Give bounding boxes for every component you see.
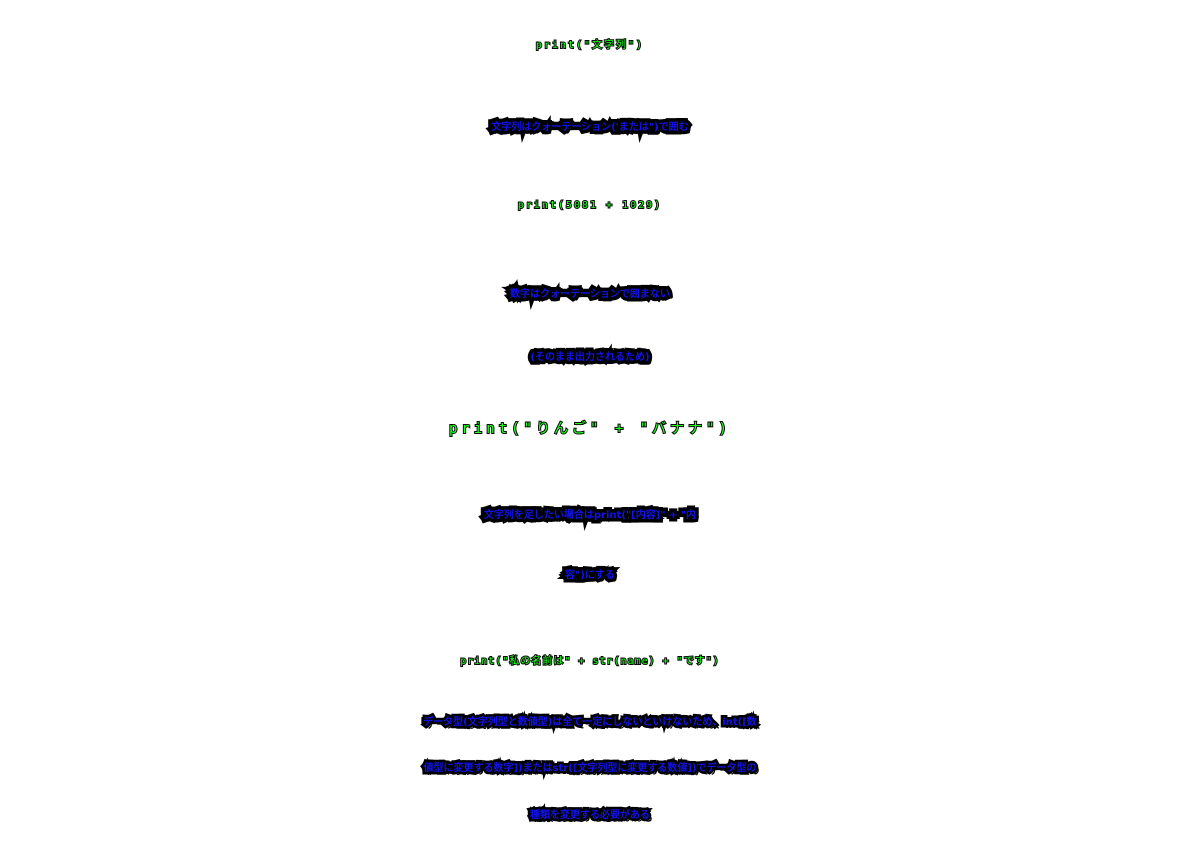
code-line-print-number: print(5081 + 1029) [517,199,663,212]
slide-canvas: print("文字列") 文字列はクォーテーション('または")で囲む prin… [0,0,1180,860]
note-datatype-line1: データ型(文字列型と数値型)は全て一定にしないといけないため、int([数 [421,715,760,731]
code-line-print-str-cast: print("私の名前は" + str(name) + "です") [459,655,720,668]
code-line-print-concat: print("りんご" + "バナナ") [448,420,731,438]
note-datatype-line2: 値型に変更する数字])またはstr([文字列型に変更する数値])でデータ型の [421,761,759,777]
note-concat-line1: 文字列を足したい場合はprint("[内容]" + "内 [480,507,699,525]
code-line-print-string: print("文字列") [535,39,645,52]
note-number-reason: (そのまま出力されるため) [527,349,653,367]
note-string-quotes: 文字列はクォーテーション('または")で囲む [488,119,692,137]
note-concat-line2: 容")にする [562,567,619,585]
note-number-no-quotes: 数字はクォーテーションで囲まない [507,286,674,304]
note-datatype-line3: 種類を変更する必要がある [528,808,653,824]
